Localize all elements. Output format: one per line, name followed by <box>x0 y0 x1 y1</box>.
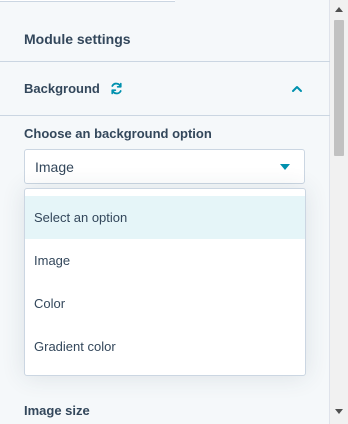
select-value: Image <box>35 158 74 175</box>
dropdown-menu: Select an option Image Color Gradient co… <box>24 188 306 376</box>
image-size-label: Image size <box>24 403 90 418</box>
dropdown-option[interactable]: Image <box>25 239 305 282</box>
vertical-scrollbar[interactable] <box>330 0 348 424</box>
settings-panel: Module settings Background Choose an bac… <box>0 0 330 424</box>
caret-down-icon[interactable] <box>280 164 290 170</box>
module-header: Module settings <box>0 16 330 62</box>
option-label: Image <box>34 253 71 268</box>
module-title: Module settings <box>24 30 131 47</box>
dropdown-option[interactable]: Gradient color <box>25 325 305 368</box>
option-label: Select an option <box>34 210 128 225</box>
chevron-up-icon[interactable] <box>290 82 304 96</box>
dropdown-option[interactable]: Select an option <box>25 196 305 239</box>
background-option-label: Choose an background option <box>24 126 212 141</box>
section-title: Background <box>24 81 100 96</box>
scroll-down-arrow-icon[interactable] <box>335 409 343 414</box>
scroll-up-arrow-icon[interactable] <box>335 7 343 12</box>
dropdown-option[interactable]: Color <box>25 282 305 325</box>
option-label: Gradient color <box>34 339 116 354</box>
top-tab-edge <box>0 0 175 2</box>
scroll-thumb[interactable] <box>334 20 344 156</box>
option-label: Color <box>34 296 66 311</box>
background-option-select[interactable]: Image <box>24 149 305 184</box>
background-section-header[interactable]: Background <box>0 62 330 116</box>
refresh-icon[interactable] <box>110 82 123 95</box>
